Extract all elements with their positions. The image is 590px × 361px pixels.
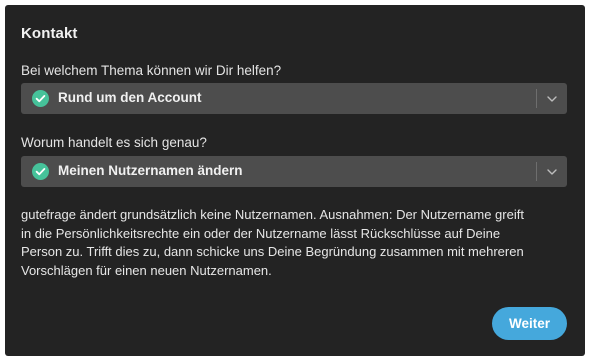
- check-circle-icon: [32, 90, 49, 107]
- select-divider: [536, 89, 537, 108]
- chevron-down-icon[interactable]: [546, 93, 558, 105]
- detail-question-label: Worum handelt es sich genau?: [21, 135, 207, 150]
- dialog-title: Kontakt: [21, 25, 78, 42]
- topic-select-value: Rund um den Account: [58, 90, 202, 105]
- detail-select[interactable]: Meinen Nutzernamen ändern: [21, 156, 567, 187]
- info-text-line: gutefrage ändert grundsätzlich keine Nut…: [21, 207, 524, 222]
- info-text-line: in die Persönlichkeitsrechte ein oder de…: [21, 225, 501, 241]
- select-divider: [536, 162, 537, 181]
- topic-select[interactable]: Rund um den Account: [21, 83, 567, 114]
- topic-question-label: Bei welchem Thema können wir Dir helfen?: [21, 63, 282, 78]
- check-circle-icon: [32, 163, 49, 180]
- next-button[interactable]: Weiter: [492, 307, 567, 340]
- chevron-down-icon[interactable]: [546, 166, 558, 178]
- info-text: gutefrage ändert grundsätzlich keine Nut…: [21, 206, 569, 280]
- info-text-line: Person zu. Trifft dies zu, dann schicke …: [21, 244, 524, 259]
- detail-select-value: Meinen Nutzernamen ändern: [58, 163, 243, 178]
- contact-dialog: Kontakt Bei welchem Thema können wir Dir…: [5, 5, 585, 356]
- info-text-line: Vorschlägen für einen neuen Nutzernamen.: [21, 262, 272, 278]
